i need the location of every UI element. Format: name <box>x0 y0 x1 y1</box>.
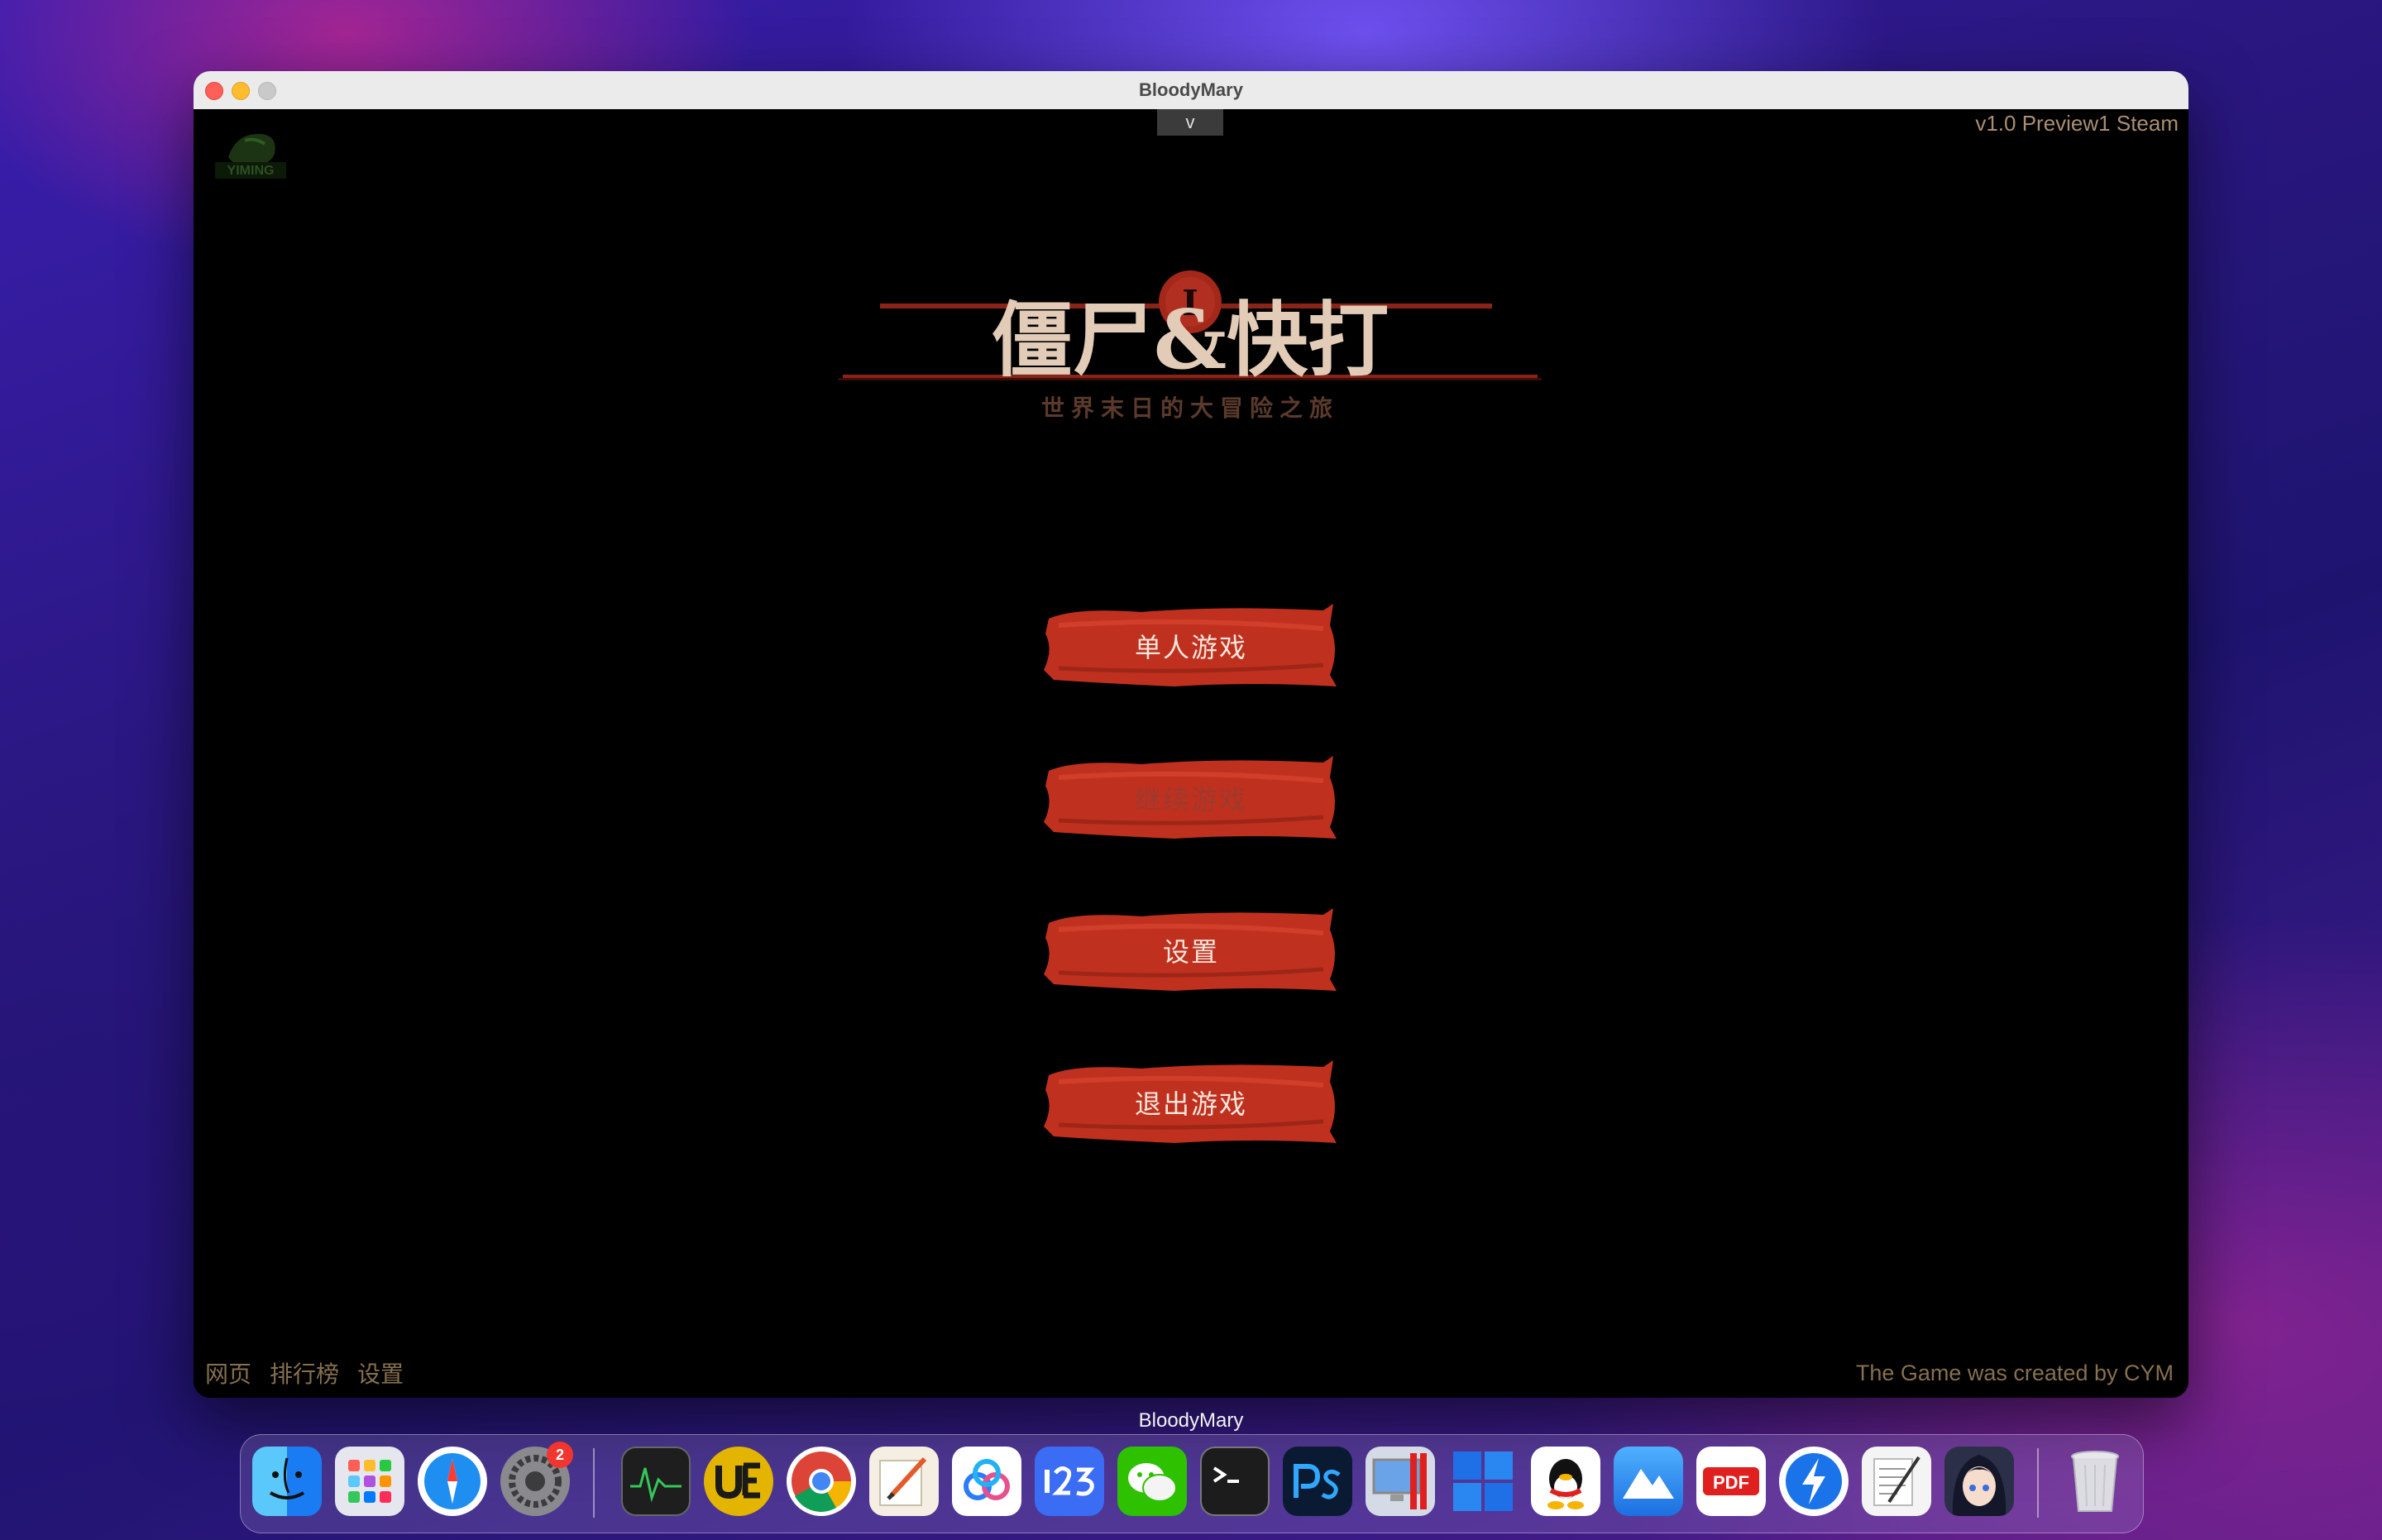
yiming-logo: YIMING <box>215 133 286 179</box>
yiming-logo-text: YIMING <box>227 164 275 178</box>
terminal-icon[interactable] <box>1200 1447 1270 1516</box>
pdf-expert-icon[interactable]: PDF <box>1696 1447 1766 1516</box>
dock: 2 PDF <box>240 1434 2144 1533</box>
launchpad-icon[interactable] <box>335 1447 404 1516</box>
activity-monitor-icon[interactable] <box>621 1447 691 1516</box>
game-title-logo: I 僵尸&快打 世界末日的大冒险之旅 <box>839 270 1542 422</box>
title-bar[interactable]: BloodyMary <box>194 71 2188 110</box>
settings-button[interactable]: 设置 <box>1042 905 1340 996</box>
wechat-icon[interactable] <box>1117 1447 1187 1516</box>
quit-game-button[interactable]: 退出游戏 <box>1042 1057 1340 1148</box>
title-subtitle-text: 世界末日的大冒险之旅 <box>1041 395 1339 422</box>
toggle-button[interactable]: v <box>1157 109 1223 136</box>
title-main-text: 僵尸&快打 <box>992 293 1389 388</box>
dock-separator <box>2037 1448 2039 1518</box>
baidu-netdisk-icon[interactable] <box>952 1447 1021 1516</box>
anime-avatar-icon[interactable] <box>1944 1447 2014 1516</box>
windows-icon[interactable] <box>1448 1447 1518 1516</box>
window-title: BloodyMary <box>1139 79 1243 100</box>
continue-game-label: 继续游戏 <box>1134 784 1247 815</box>
textedit-icon[interactable] <box>1862 1447 1931 1516</box>
bottom-links: 网页 排行榜 设置 <box>205 1356 404 1389</box>
game-canvas: v v1.0 Preview1 Steam YIMING I 僵尸&快打 世界末… <box>194 109 2188 1398</box>
credit-text: The Game was created by CYM <box>1855 1361 2174 1385</box>
dock-hover-label: BloodyMary <box>1138 1409 1244 1432</box>
webpage-link[interactable]: 网页 <box>205 1356 251 1389</box>
pages-icon[interactable] <box>869 1447 939 1516</box>
continue-game-button[interactable]: 继续游戏 <box>1042 753 1340 844</box>
single-player-button[interactable]: 单人游戏 <box>1042 600 1340 691</box>
settings-label: 设置 <box>1162 936 1219 968</box>
settings-link[interactable]: 设置 <box>357 1356 404 1389</box>
cloud-123-icon[interactable] <box>1035 1447 1104 1516</box>
single-player-label: 单人游戏 <box>1134 632 1247 663</box>
chrome-icon[interactable] <box>787 1447 856 1516</box>
qq-icon[interactable] <box>1531 1447 1600 1516</box>
ultraedit-icon[interactable] <box>704 1447 773 1516</box>
trash-icon[interactable] <box>2060 1447 2130 1516</box>
svg-text:PDF: PDF <box>1713 1472 1749 1493</box>
notification-badge: 2 <box>547 1442 573 1468</box>
parallels-icon[interactable] <box>1366 1447 1435 1516</box>
game-window: BloodyMary v v1.0 Preview1 Steam YIMING … <box>194 71 2188 1398</box>
version-label: v1.0 Preview1 Steam <box>1975 111 2179 136</box>
leaderboard-link[interactable]: 排行榜 <box>270 1356 339 1389</box>
photoshop-icon[interactable] <box>1283 1447 1352 1516</box>
mountain-app-icon[interactable] <box>1614 1447 1683 1516</box>
spark-icon[interactable] <box>1779 1447 1849 1516</box>
safari-icon[interactable] <box>418 1447 487 1516</box>
system-settings-icon[interactable]: 2 <box>500 1442 573 1516</box>
quit-game-label: 退出游戏 <box>1134 1088 1247 1120</box>
finder-icon[interactable] <box>252 1447 322 1516</box>
dock-separator <box>593 1448 595 1518</box>
